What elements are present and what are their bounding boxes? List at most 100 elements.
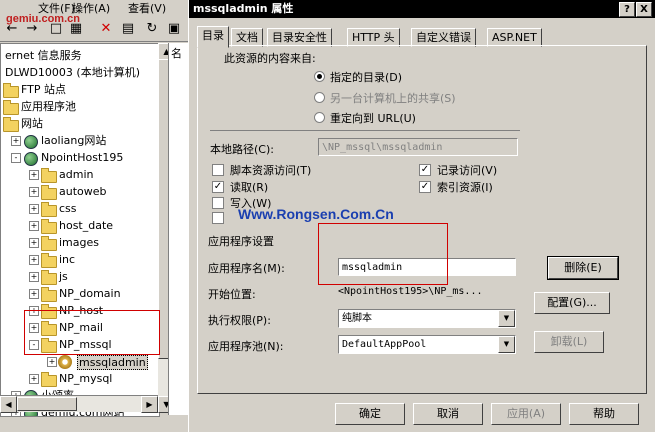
export-icon[interactable]: ▣: [164, 19, 184, 39]
folder-icon: [41, 270, 57, 285]
expand-icon[interactable]: +: [29, 272, 39, 282]
chevron-down-icon[interactable]: ▼: [498, 310, 515, 327]
check-log-visits[interactable]: ✓: [419, 164, 431, 176]
close-icon[interactable]: X: [636, 2, 652, 17]
tree-item[interactable]: FTP 站点: [1, 82, 159, 98]
exec-permission-select[interactable]: 纯脚本 ▼: [338, 309, 516, 328]
apply-button[interactable]: 应用(A): [491, 403, 561, 425]
tree-item[interactable]: ernet 信息服务: [1, 48, 159, 64]
start-point-label: 开始位置:: [208, 288, 256, 301]
properties-icon[interactable]: ▤: [118, 19, 138, 39]
expand-icon[interactable]: +: [29, 170, 39, 180]
expand-icon[interactable]: +: [29, 255, 39, 265]
tree-item[interactable]: + css: [1, 201, 159, 217]
expand-icon[interactable]: +: [29, 289, 39, 299]
tree-item[interactable]: + NP_mysql: [1, 371, 159, 387]
expand-icon[interactable]: +: [29, 187, 39, 197]
expand-icon[interactable]: +: [29, 221, 39, 231]
tree-item-label: laoliang网站: [41, 134, 107, 147]
check-read[interactable]: ✓: [212, 181, 224, 193]
tree-view[interactable]: ernet 信息服务 DLWD10003 (本地计算机) FTP 站点应用程序池网站…: [0, 43, 160, 417]
radio-share-another-computer[interactable]: [314, 92, 325, 103]
separator: [210, 130, 520, 131]
check-write[interactable]: [212, 197, 224, 209]
tab-directory[interactable]: 目录: [197, 26, 229, 48]
refresh-icon[interactable]: ↻: [142, 19, 162, 39]
tree-item[interactable]: + host_date: [1, 218, 159, 234]
folder-icon: [41, 236, 57, 251]
tree-item-label: FTP 站点: [21, 83, 66, 96]
tree-item-label: NP_domain: [59, 287, 121, 300]
tree-item[interactable]: + js: [1, 269, 159, 285]
folder-icon: [41, 202, 57, 217]
configure-button[interactable]: 配置(G)...: [534, 292, 610, 314]
gear-icon: [58, 355, 72, 369]
ok-button[interactable]: 确定: [335, 403, 405, 425]
scroll-right-icon[interactable]: ▶: [141, 396, 158, 413]
tree-item[interactable]: - NpointHost195: [1, 150, 159, 166]
help-button[interactable]: 帮助: [569, 403, 639, 425]
tree-item-label: images: [59, 236, 99, 249]
menu-bar: 文件(F) 操作(A) 查看(V): [0, 0, 188, 16]
properties-dialog: mssqladmin 属性 ? X 目录 文档 目录安全性 HTTP 头 自定义…: [188, 0, 655, 432]
radio-redirect-label: 重定向到 URL(U): [330, 112, 416, 125]
check-script-source-access[interactable]: [212, 164, 224, 176]
chevron-down-icon[interactable]: ▼: [498, 336, 515, 353]
expand-icon[interactable]: +: [11, 136, 21, 146]
help-icon[interactable]: ?: [619, 2, 635, 17]
exec-permission-value: 纯脚本: [342, 313, 372, 324]
exec-permission-label: 执行权限(P):: [208, 314, 271, 327]
highlight-box-np-mssql: [24, 310, 160, 355]
radio-designated-directory-label: 指定的目录(D): [330, 71, 403, 84]
app-pool-select[interactable]: DefaultAppPool ▼: [338, 335, 516, 354]
menu-view[interactable]: 查看(V): [128, 0, 166, 16]
tree-item[interactable]: + autoweb: [1, 184, 159, 200]
expand-icon[interactable]: +: [29, 374, 39, 384]
delete-icon[interactable]: ✕: [96, 19, 116, 39]
details-column-header[interactable]: 名: [171, 45, 182, 61]
tree-item-label: css: [59, 202, 77, 215]
folder-icon: [41, 287, 57, 302]
dialog-title: mssqladmin 属性: [193, 2, 294, 15]
radio-share-label: 另一台计算机上的共享(S): [330, 92, 456, 105]
check-read-label: 读取(R): [230, 181, 269, 194]
tree-item[interactable]: + images: [1, 235, 159, 251]
expand-icon[interactable]: +: [29, 204, 39, 214]
tree-item-label: mssqladmin: [77, 355, 148, 370]
tree-item[interactable]: 应用程序池: [1, 99, 159, 115]
radio-redirect-url[interactable]: [314, 112, 325, 123]
tree-item-label: 网站: [21, 117, 43, 130]
highlight-box-app-name: [318, 223, 448, 285]
tree-item-label: NpointHost195: [41, 151, 124, 164]
local-path-label: 本地路径(C):: [210, 143, 274, 156]
collapse-icon[interactable]: -: [11, 153, 21, 163]
radio-designated-directory[interactable]: [314, 71, 325, 82]
tree-horizontal-scrollbar[interactable]: ◀ ▶: [0, 395, 158, 413]
tree-item-label: DLWD10003 (本地计算机): [5, 66, 141, 79]
tree-item[interactable]: + mssqladmin: [1, 354, 159, 370]
cancel-button[interactable]: 取消: [413, 403, 483, 425]
check-index-resource-label: 索引资源(I): [437, 181, 493, 194]
scroll-left-icon[interactable]: ◀: [0, 396, 17, 413]
tree-item-label: inc: [59, 253, 76, 266]
folder-icon: [3, 83, 19, 98]
tree-item[interactable]: + inc: [1, 252, 159, 268]
check-directory-browsing[interactable]: [212, 212, 224, 224]
expand-icon[interactable]: +: [47, 357, 57, 367]
check-index-resource[interactable]: ✓: [419, 181, 431, 193]
remove-button[interactable]: 删除(E): [547, 256, 619, 280]
tree-item[interactable]: + laoliang网站: [1, 133, 159, 149]
unload-button[interactable]: 卸载(L): [534, 331, 604, 353]
tree-item[interactable]: DLWD10003 (本地计算机): [1, 65, 159, 81]
directory-tab-panel: 此资源的内容来自: 指定的目录(D) 另一台计算机上的共享(S) 重定向到 UR…: [197, 45, 647, 394]
tree-item-label: admin: [59, 168, 94, 181]
check-script-source-label: 脚本资源访问(T): [230, 164, 312, 177]
tree-item[interactable]: + admin: [1, 167, 159, 183]
tree-item[interactable]: + NP_domain: [1, 286, 159, 302]
expand-icon[interactable]: +: [29, 238, 39, 248]
tree-item[interactable]: 网站: [1, 116, 159, 132]
content-from-label: 此资源的内容来自:: [224, 52, 316, 65]
tree-item-label: ernet 信息服务: [5, 49, 82, 62]
local-path-field[interactable]: \NP_mssql\mssqladmin: [318, 138, 518, 156]
hscroll-thumb[interactable]: [17, 397, 77, 411]
